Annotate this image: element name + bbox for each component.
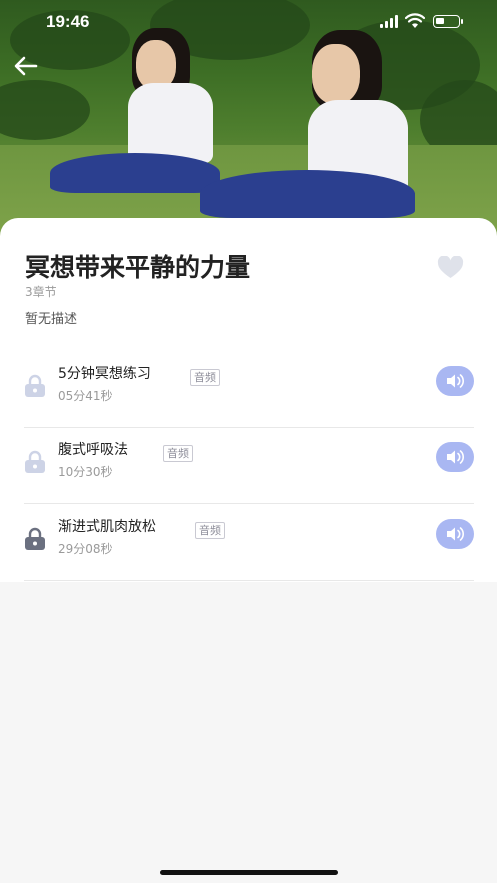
lesson-item[interactable]: 渐进式肌肉放松 29分08秒 音频 [24, 505, 474, 581]
course-description: 暂无描述 [25, 312, 78, 327]
lesson-duration: 05分41秒 [58, 389, 113, 403]
lesson-item[interactable]: 腹式呼吸法 10分30秒 音频 [24, 428, 474, 504]
lesson-type-tag: 音频 [195, 522, 225, 539]
home-indicator[interactable] [160, 870, 338, 875]
lesson-title: 渐进式肌肉放松 [58, 519, 156, 535]
play-audio-button[interactable] [436, 519, 474, 549]
battery-icon [433, 15, 463, 28]
lesson-title: 5分钟冥想练习 [58, 366, 151, 382]
chapter-count: 3章节 [25, 285, 57, 299]
lesson-item[interactable]: 5分钟冥想练习 05分41秒 音频 [24, 352, 474, 428]
lesson-title: 腹式呼吸法 [58, 442, 128, 458]
speaker-icon [447, 450, 465, 464]
status-bar: 19:46 [0, 0, 497, 44]
speaker-icon [447, 374, 465, 388]
lesson-duration: 10分30秒 [58, 465, 113, 479]
lock-icon [25, 374, 45, 397]
signal-icon [380, 15, 398, 28]
lock-icon [25, 527, 45, 550]
lesson-type-tag: 音频 [190, 369, 220, 386]
speaker-icon [447, 527, 465, 541]
course-title: 冥想带来平静的力量 [25, 253, 251, 282]
lesson-duration: 29分08秒 [58, 542, 113, 556]
status-time: 19:46 [46, 12, 90, 31]
back-arrow-icon[interactable] [12, 54, 40, 78]
heart-icon[interactable] [437, 256, 464, 280]
play-audio-button[interactable] [436, 442, 474, 472]
wifi-icon [405, 13, 425, 28]
play-audio-button[interactable] [436, 366, 474, 396]
lesson-type-tag: 音频 [163, 445, 193, 462]
course-detail-sheet: 冥想带来平静的力量 3章节 暂无描述 5分钟冥想练习 05分41秒 音频 腹式呼… [0, 218, 497, 582]
lock-icon [25, 450, 45, 473]
